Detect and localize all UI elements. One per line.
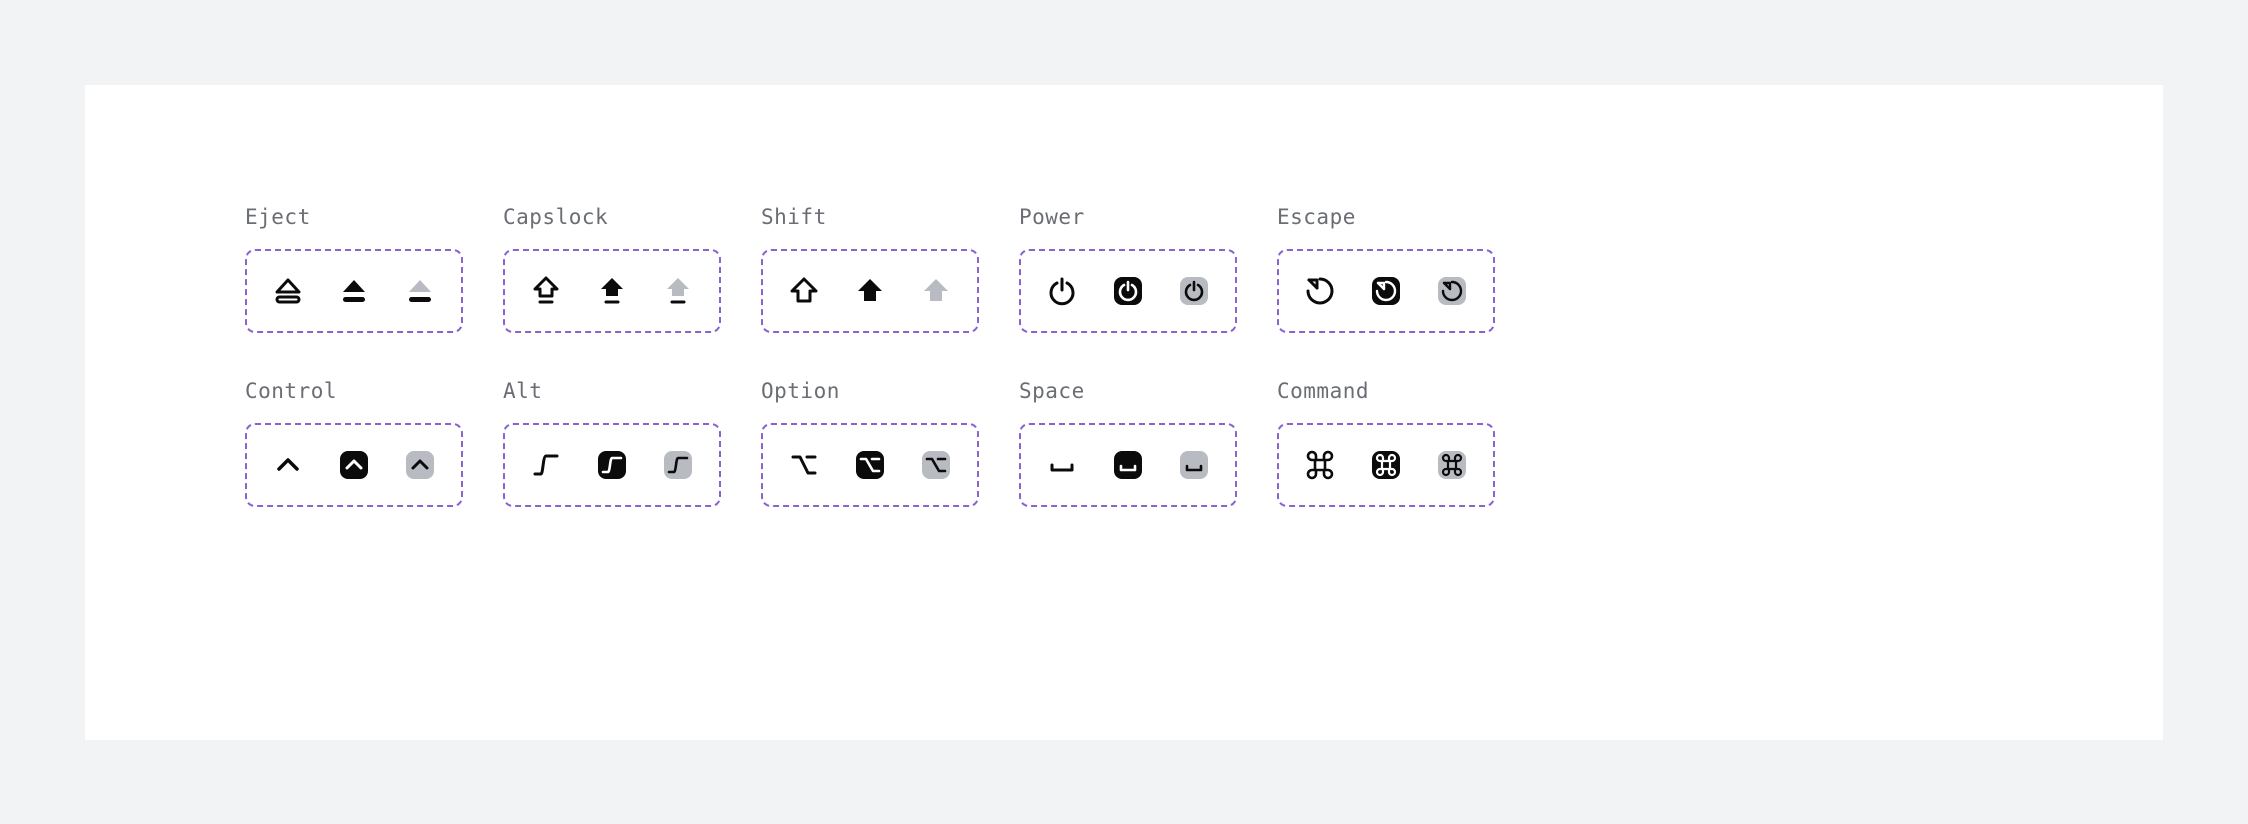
- group-label: Control: [245, 379, 503, 403]
- power-icon-tinted: [1177, 274, 1211, 308]
- power-icon-outline: [1045, 274, 1079, 308]
- variants-box: [1277, 249, 1495, 333]
- alt-icon-filled: [595, 448, 629, 482]
- space-icon-outline: [1045, 448, 1079, 482]
- variants-box: [503, 423, 721, 507]
- alt-icon-outline: [529, 448, 563, 482]
- shift-icon-outline: [787, 274, 821, 308]
- variants-box: [761, 423, 979, 507]
- escape-icon-outline: [1303, 274, 1337, 308]
- variants-box: [1019, 249, 1237, 333]
- group-label: Escape: [1277, 205, 1535, 229]
- group-label: Power: [1019, 205, 1277, 229]
- command-icon-filled: [1369, 448, 1403, 482]
- control-icon-filled: [337, 448, 371, 482]
- control-icon-outline: [271, 448, 305, 482]
- group-shift: Shift: [761, 205, 1019, 333]
- alt-icon-tinted: [661, 448, 695, 482]
- control-icon-tinted: [403, 448, 437, 482]
- group-capslock: Capslock: [503, 205, 761, 333]
- group-power: Power: [1019, 205, 1277, 333]
- capslock-icon-filled: [595, 274, 629, 308]
- capslock-icon-tinted: [661, 274, 695, 308]
- eject-icon-filled: [337, 274, 371, 308]
- variants-box: [761, 249, 979, 333]
- power-icon-filled: [1111, 274, 1145, 308]
- variants-box: [503, 249, 721, 333]
- group-label: Space: [1019, 379, 1277, 403]
- option-icon-outline: [787, 448, 821, 482]
- group-label: Command: [1277, 379, 1535, 403]
- icon-grid: Eject Capslock: [245, 205, 1535, 507]
- group-label: Shift: [761, 205, 1019, 229]
- group-alt: Alt: [503, 379, 761, 507]
- option-icon-tinted: [919, 448, 953, 482]
- eject-icon-outline: [271, 274, 305, 308]
- command-icon-tinted: [1435, 448, 1469, 482]
- variants-box: [1277, 423, 1495, 507]
- group-option: Option: [761, 379, 1019, 507]
- shift-icon-filled: [853, 274, 887, 308]
- eject-icon-tinted: [403, 274, 437, 308]
- escape-icon-filled: [1369, 274, 1403, 308]
- capslock-icon-outline: [529, 274, 563, 308]
- shift-icon-tinted: [919, 274, 953, 308]
- command-icon-outline: [1303, 448, 1337, 482]
- group-label: Eject: [245, 205, 503, 229]
- group-label: Alt: [503, 379, 761, 403]
- space-icon-filled: [1111, 448, 1145, 482]
- group-label: Option: [761, 379, 1019, 403]
- group-eject: Eject: [245, 205, 503, 333]
- space-icon-tinted: [1177, 448, 1211, 482]
- group-space: Space: [1019, 379, 1277, 507]
- group-command: Command: [1277, 379, 1535, 507]
- group-escape: Escape: [1277, 205, 1535, 333]
- group-control: Control: [245, 379, 503, 507]
- variants-box: [245, 423, 463, 507]
- group-label: Capslock: [503, 205, 761, 229]
- option-icon-filled: [853, 448, 887, 482]
- variants-box: [1019, 423, 1237, 507]
- variants-box: [245, 249, 463, 333]
- escape-icon-tinted: [1435, 274, 1469, 308]
- icon-sheet: Eject Capslock: [85, 85, 2163, 740]
